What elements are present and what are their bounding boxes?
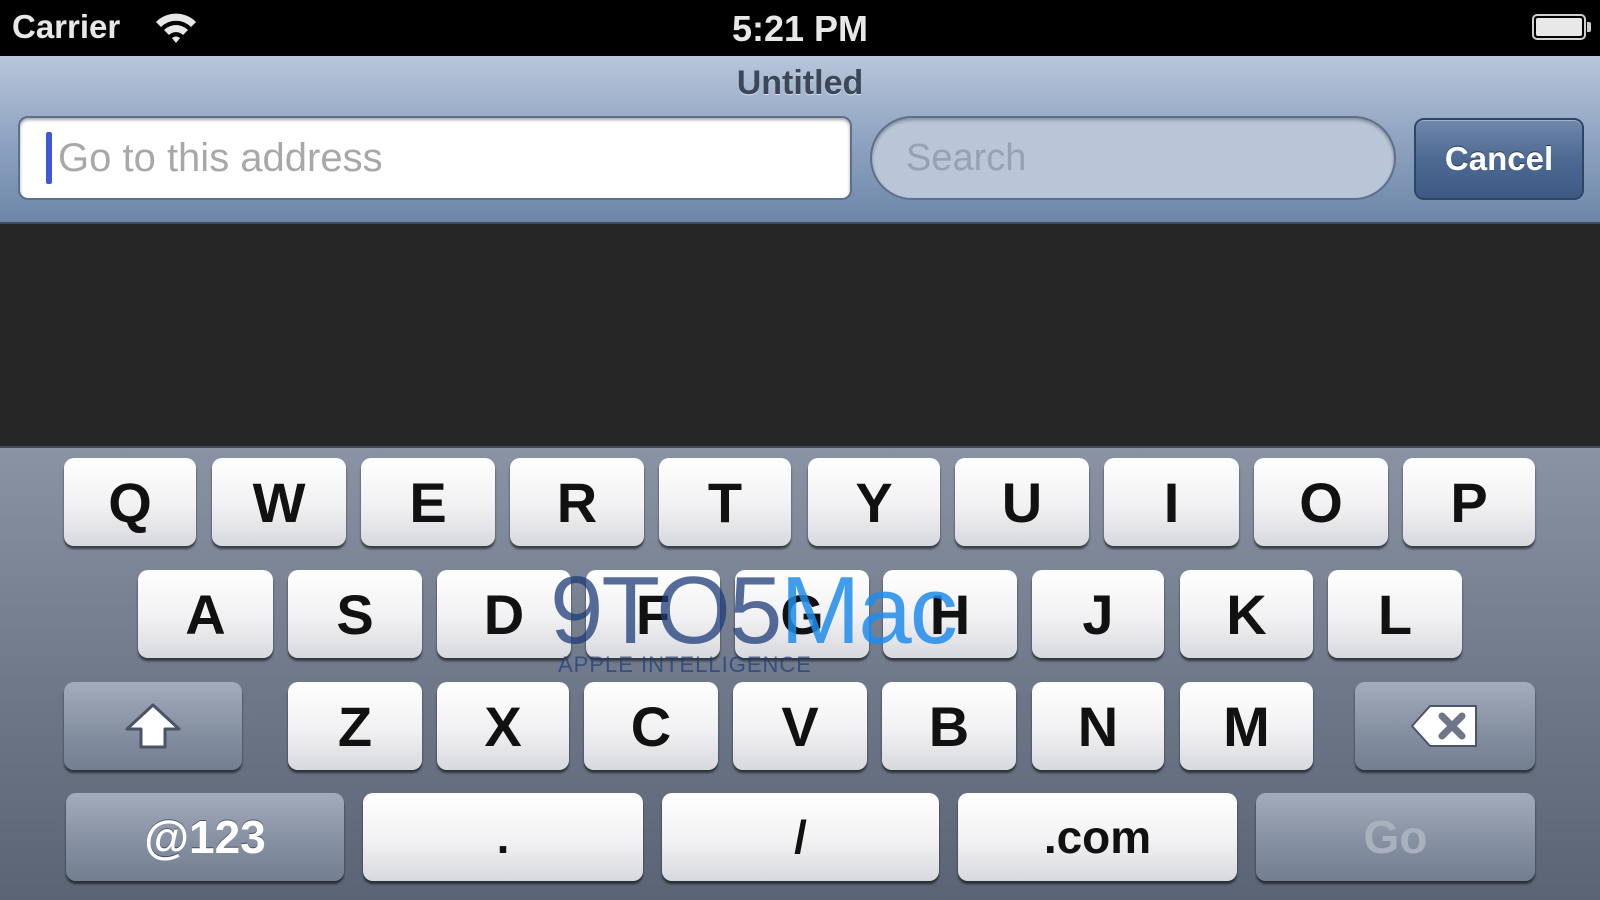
key-l[interactable]: L bbox=[1328, 570, 1462, 658]
dot-key[interactable]: . bbox=[363, 793, 643, 881]
key-v[interactable]: V bbox=[733, 682, 867, 770]
page-title: Untitled bbox=[736, 64, 864, 102]
cancel-button[interactable]: Cancel bbox=[1414, 118, 1584, 200]
key-r[interactable]: R bbox=[510, 458, 644, 546]
shift-key[interactable] bbox=[64, 682, 242, 770]
status-time: 5:21 PM bbox=[731, 8, 869, 49]
keyboard: Q W E R T Y U I O P A S D F G H J K L Z … bbox=[0, 446, 1600, 900]
key-o[interactable]: O bbox=[1254, 458, 1388, 546]
search-placeholder: Search bbox=[906, 136, 1027, 179]
battery-icon bbox=[1532, 14, 1591, 40]
key-k[interactable]: K bbox=[1180, 570, 1313, 658]
key-h[interactable]: H bbox=[883, 570, 1017, 658]
key-t[interactable]: T bbox=[659, 458, 791, 546]
key-b[interactable]: B bbox=[882, 682, 1016, 770]
key-w[interactable]: W bbox=[212, 458, 346, 546]
shift-arrow-icon bbox=[125, 703, 181, 749]
text-cursor bbox=[46, 132, 52, 184]
web-content-area bbox=[0, 224, 1600, 446]
key-q[interactable]: Q bbox=[64, 458, 196, 546]
key-n[interactable]: N bbox=[1032, 682, 1164, 770]
key-e[interactable]: E bbox=[361, 458, 495, 546]
key-z[interactable]: Z bbox=[288, 682, 422, 770]
backspace-icon bbox=[1411, 705, 1477, 747]
browser-nav-bar: Untitled Go to this address Search Cance… bbox=[0, 56, 1600, 224]
key-g[interactable]: G bbox=[735, 570, 869, 658]
key-f[interactable]: F bbox=[586, 570, 720, 658]
numbers-key[interactable]: @123 bbox=[66, 793, 344, 881]
delete-key[interactable] bbox=[1355, 682, 1535, 770]
key-s[interactable]: S bbox=[288, 570, 422, 658]
key-c[interactable]: C bbox=[584, 682, 718, 770]
key-y[interactable]: Y bbox=[808, 458, 940, 546]
key-i[interactable]: I bbox=[1104, 458, 1239, 546]
go-key[interactable]: Go bbox=[1256, 793, 1535, 881]
key-m[interactable]: M bbox=[1180, 682, 1313, 770]
status-bar: Carrier 5:21 PM bbox=[0, 0, 1600, 56]
address-placeholder: Go to this address bbox=[58, 135, 383, 180]
key-j[interactable]: J bbox=[1032, 570, 1164, 658]
key-x[interactable]: X bbox=[437, 682, 569, 770]
key-p[interactable]: P bbox=[1403, 458, 1535, 546]
dotcom-key[interactable]: .com bbox=[958, 793, 1237, 881]
slash-key[interactable]: / bbox=[662, 793, 939, 881]
search-input[interactable]: Search bbox=[870, 116, 1396, 200]
key-d[interactable]: D bbox=[437, 570, 571, 658]
key-a[interactable]: A bbox=[138, 570, 273, 658]
key-u[interactable]: U bbox=[955, 458, 1089, 546]
address-input[interactable]: Go to this address bbox=[18, 116, 852, 200]
